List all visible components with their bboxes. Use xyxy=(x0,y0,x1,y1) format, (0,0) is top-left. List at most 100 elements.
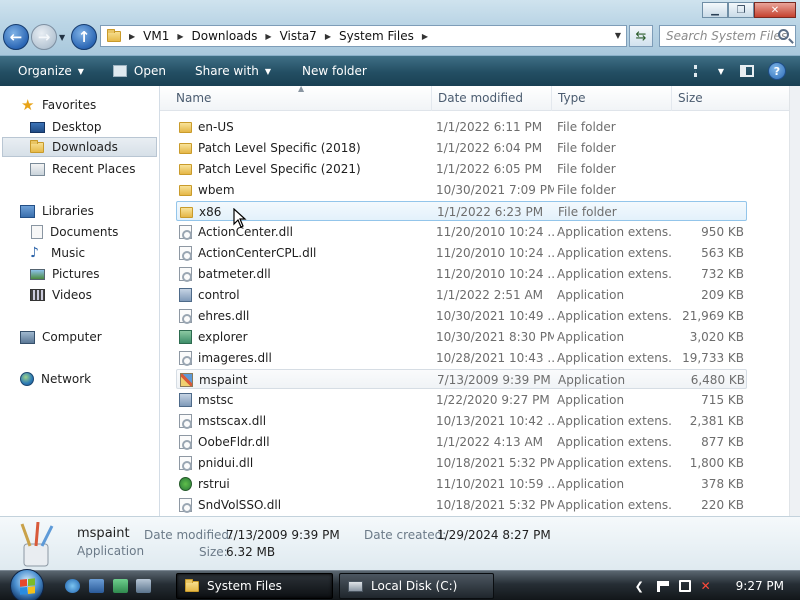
sidebar-item-desktop[interactable]: Desktop xyxy=(0,117,158,137)
address-dropdown-icon[interactable]: ▼ xyxy=(615,31,621,40)
file-row[interactable]: en-US 1/1/2022 6:11 PM File folder xyxy=(176,117,747,137)
system-restore-icon xyxy=(179,477,192,491)
file-row[interactable]: Patch Level Specific (2021) 1/1/2022 6:05… xyxy=(176,159,747,179)
file-name: imageres.dll xyxy=(198,351,272,365)
sidebar-item-documents[interactable]: Documents xyxy=(0,222,158,242)
file-type: Application xyxy=(558,373,626,387)
file-row[interactable]: batmeter.dll 11/20/2010 10:24 ... Applicat… xyxy=(176,264,747,284)
open-button[interactable]: Open xyxy=(93,56,175,86)
views-dropdown-icon[interactable]: ▼ xyxy=(716,56,726,86)
sidebar-item-libraries[interactable]: Libraries xyxy=(0,201,158,221)
up-button[interactable]: ↑ xyxy=(71,24,97,50)
computer-icon xyxy=(20,330,35,344)
details-date-modified-label: Date modified: xyxy=(144,528,234,542)
share-with-button[interactable]: Share with ▼ xyxy=(175,56,280,86)
file-row[interactable]: ActionCenterCPL.dll 11/20/2010 10:24 ... A… xyxy=(176,243,747,263)
action-center-flag-icon[interactable] xyxy=(656,580,669,592)
chevron-left-icon[interactable]: ❮ xyxy=(635,580,647,593)
chevron-right-icon[interactable]: ▶ xyxy=(177,32,183,41)
minimize-button[interactable]: ▁ xyxy=(702,2,728,18)
file-name: OobeFldr.dll xyxy=(198,435,270,449)
file-date-modified: 7/13/2009 9:39 PM xyxy=(437,373,551,387)
search-input[interactable]: Search System Files xyxy=(659,25,796,47)
clock[interactable]: 9:27 PM xyxy=(736,579,784,593)
file-row[interactable]: imageres.dll 10/28/2021 10:43 ... Applicat… xyxy=(176,348,747,368)
column-header-date-modified[interactable]: Date modified xyxy=(432,86,552,111)
sidebar-item-computer[interactable]: Computer xyxy=(0,327,158,347)
internet-explorer-icon[interactable] xyxy=(65,579,80,593)
views-icon[interactable] xyxy=(693,65,712,77)
column-header-size[interactable]: Size xyxy=(672,86,789,111)
new-folder-button[interactable]: New folder xyxy=(280,56,376,86)
file-row[interactable]: ehres.dll 10/30/2021 10:49 ... Application… xyxy=(176,306,747,326)
sidebar-item-videos[interactable]: Videos xyxy=(0,285,158,305)
file-date-modified: 10/13/2021 10:42 ... xyxy=(436,414,554,428)
file-row[interactable]: ActionCenter.dll 11/20/2010 10:24 ... Appl… xyxy=(176,222,747,242)
quick-launch-app-icon[interactable] xyxy=(136,579,151,593)
folder-icon xyxy=(180,207,193,218)
file-name: wbem xyxy=(198,183,235,197)
sidebar-item-pictures[interactable]: Pictures xyxy=(0,264,158,284)
documents-icon xyxy=(31,225,43,239)
back-button[interactable]: ← xyxy=(3,24,29,50)
help-icon[interactable]: ? xyxy=(768,62,786,80)
file-row[interactable]: Patch Level Specific (2018) 1/1/2022 6:04… xyxy=(176,138,747,158)
chevron-right-icon[interactable]: ▶ xyxy=(265,32,271,41)
organize-button[interactable]: Organize ▼ xyxy=(0,56,93,86)
breadcrumb-downloads[interactable]: Downloads xyxy=(192,29,258,43)
open-label: Open xyxy=(133,64,166,78)
command-bar: Organize ▼ Open Share with ▼ New folder ▼ … xyxy=(0,56,800,86)
sidebar-item-music[interactable]: ♪ Music xyxy=(0,243,158,263)
chevron-right-icon[interactable]: ▶ xyxy=(422,32,428,41)
navigation-pane: ★ Favorites Desktop Downloads Recent Plac… xyxy=(0,86,160,516)
chevron-right-icon[interactable]: ▶ xyxy=(129,32,135,41)
switch-windows-icon[interactable] xyxy=(113,579,128,593)
refresh-button[interactable]: ⇆ xyxy=(629,25,653,47)
details-file-name: mspaint xyxy=(77,526,130,541)
file-row[interactable]: wbem 10/30/2021 7:09 PM File folder xyxy=(176,180,747,200)
file-row[interactable]: rstrui 11/10/2021 10:59 ... Application 378… xyxy=(176,474,747,494)
forward-button[interactable]: → xyxy=(31,24,57,50)
network-status-icon[interactable] xyxy=(678,580,691,592)
file-row[interactable]: explorer 10/30/2021 8:30 PM Application 3,0… xyxy=(176,327,747,347)
file-row[interactable]: SndVolSSO.dll 10/18/2021 5:32 PM Applicati… xyxy=(176,495,747,515)
breadcrumb-vista7[interactable]: Vista7 xyxy=(280,29,317,43)
recent-pages-dropdown[interactable]: ▼ xyxy=(59,33,65,42)
sidebar-item-favorites[interactable]: ★ Favorites xyxy=(0,95,158,115)
file-row[interactable]: mstsc 1/22/2020 9:27 PM Application 715 KB xyxy=(176,390,747,410)
file-row[interactable]: x86 1/1/2022 6:23 PM File folder xyxy=(176,201,747,221)
file-row[interactable]: OobeFldr.dll 1/1/2022 4:13 AM Application … xyxy=(176,432,747,452)
address-bar[interactable]: ▶ VM1 ▶ Downloads ▶ Vista7 ▶ System File… xyxy=(100,25,627,47)
preview-pane-icon[interactable] xyxy=(740,65,754,77)
breadcrumb-system-files[interactable]: System Files xyxy=(339,29,414,43)
volume-muted-icon[interactable]: ✕ xyxy=(701,580,713,592)
title-bar: ▁ ❐ ✕ ← → ▼ ↑ ▶ VM1 ▶ Downloads ▶ Vista7… xyxy=(0,0,800,56)
file-row[interactable]: pnidui.dll 10/18/2021 5:32 PM Application … xyxy=(176,453,747,473)
file-row[interactable]: control 1/1/2022 2:51 AM Application 209 KB xyxy=(176,285,747,305)
sidebar-item-downloads[interactable]: Downloads xyxy=(2,137,157,157)
breadcrumb-vm1[interactable]: VM1 xyxy=(143,29,169,43)
file-row[interactable]: mstscax.dll 10/13/2021 10:42 ... Applicati… xyxy=(176,411,747,431)
dll-file-icon xyxy=(179,456,192,471)
taskbar-button-local-disk[interactable]: Local Disk (C:) xyxy=(339,573,494,599)
sidebar-label: Computer xyxy=(42,330,102,344)
sidebar-item-recent-places[interactable]: Recent Places xyxy=(0,159,158,179)
search-icon[interactable] xyxy=(778,29,789,40)
start-button[interactable] xyxy=(10,569,44,600)
vertical-scrollbar[interactable] xyxy=(789,86,800,516)
dll-file-icon xyxy=(179,225,192,240)
file-name: en-US xyxy=(198,120,234,134)
sidebar-item-network[interactable]: Network xyxy=(0,369,158,389)
file-row[interactable]: mspaint 7/13/2009 9:39 PM Application 6,480… xyxy=(176,369,747,389)
show-desktop-icon[interactable] xyxy=(89,579,104,593)
close-button[interactable]: ✕ xyxy=(754,2,796,18)
maximize-button[interactable]: ❐ xyxy=(728,2,754,18)
file-date-modified: 1/1/2022 2:51 AM xyxy=(436,288,544,302)
taskbar-button-system-files[interactable]: System Files xyxy=(176,573,333,599)
chevron-right-icon[interactable]: ▶ xyxy=(325,32,331,41)
file-date-modified: 11/10/2021 10:59 ... xyxy=(436,477,554,491)
column-header-name[interactable]: Name xyxy=(170,86,432,111)
sidebar-label: Pictures xyxy=(52,267,100,281)
file-size: 563 KB xyxy=(701,246,744,260)
column-header-type[interactable]: Type xyxy=(552,86,672,111)
